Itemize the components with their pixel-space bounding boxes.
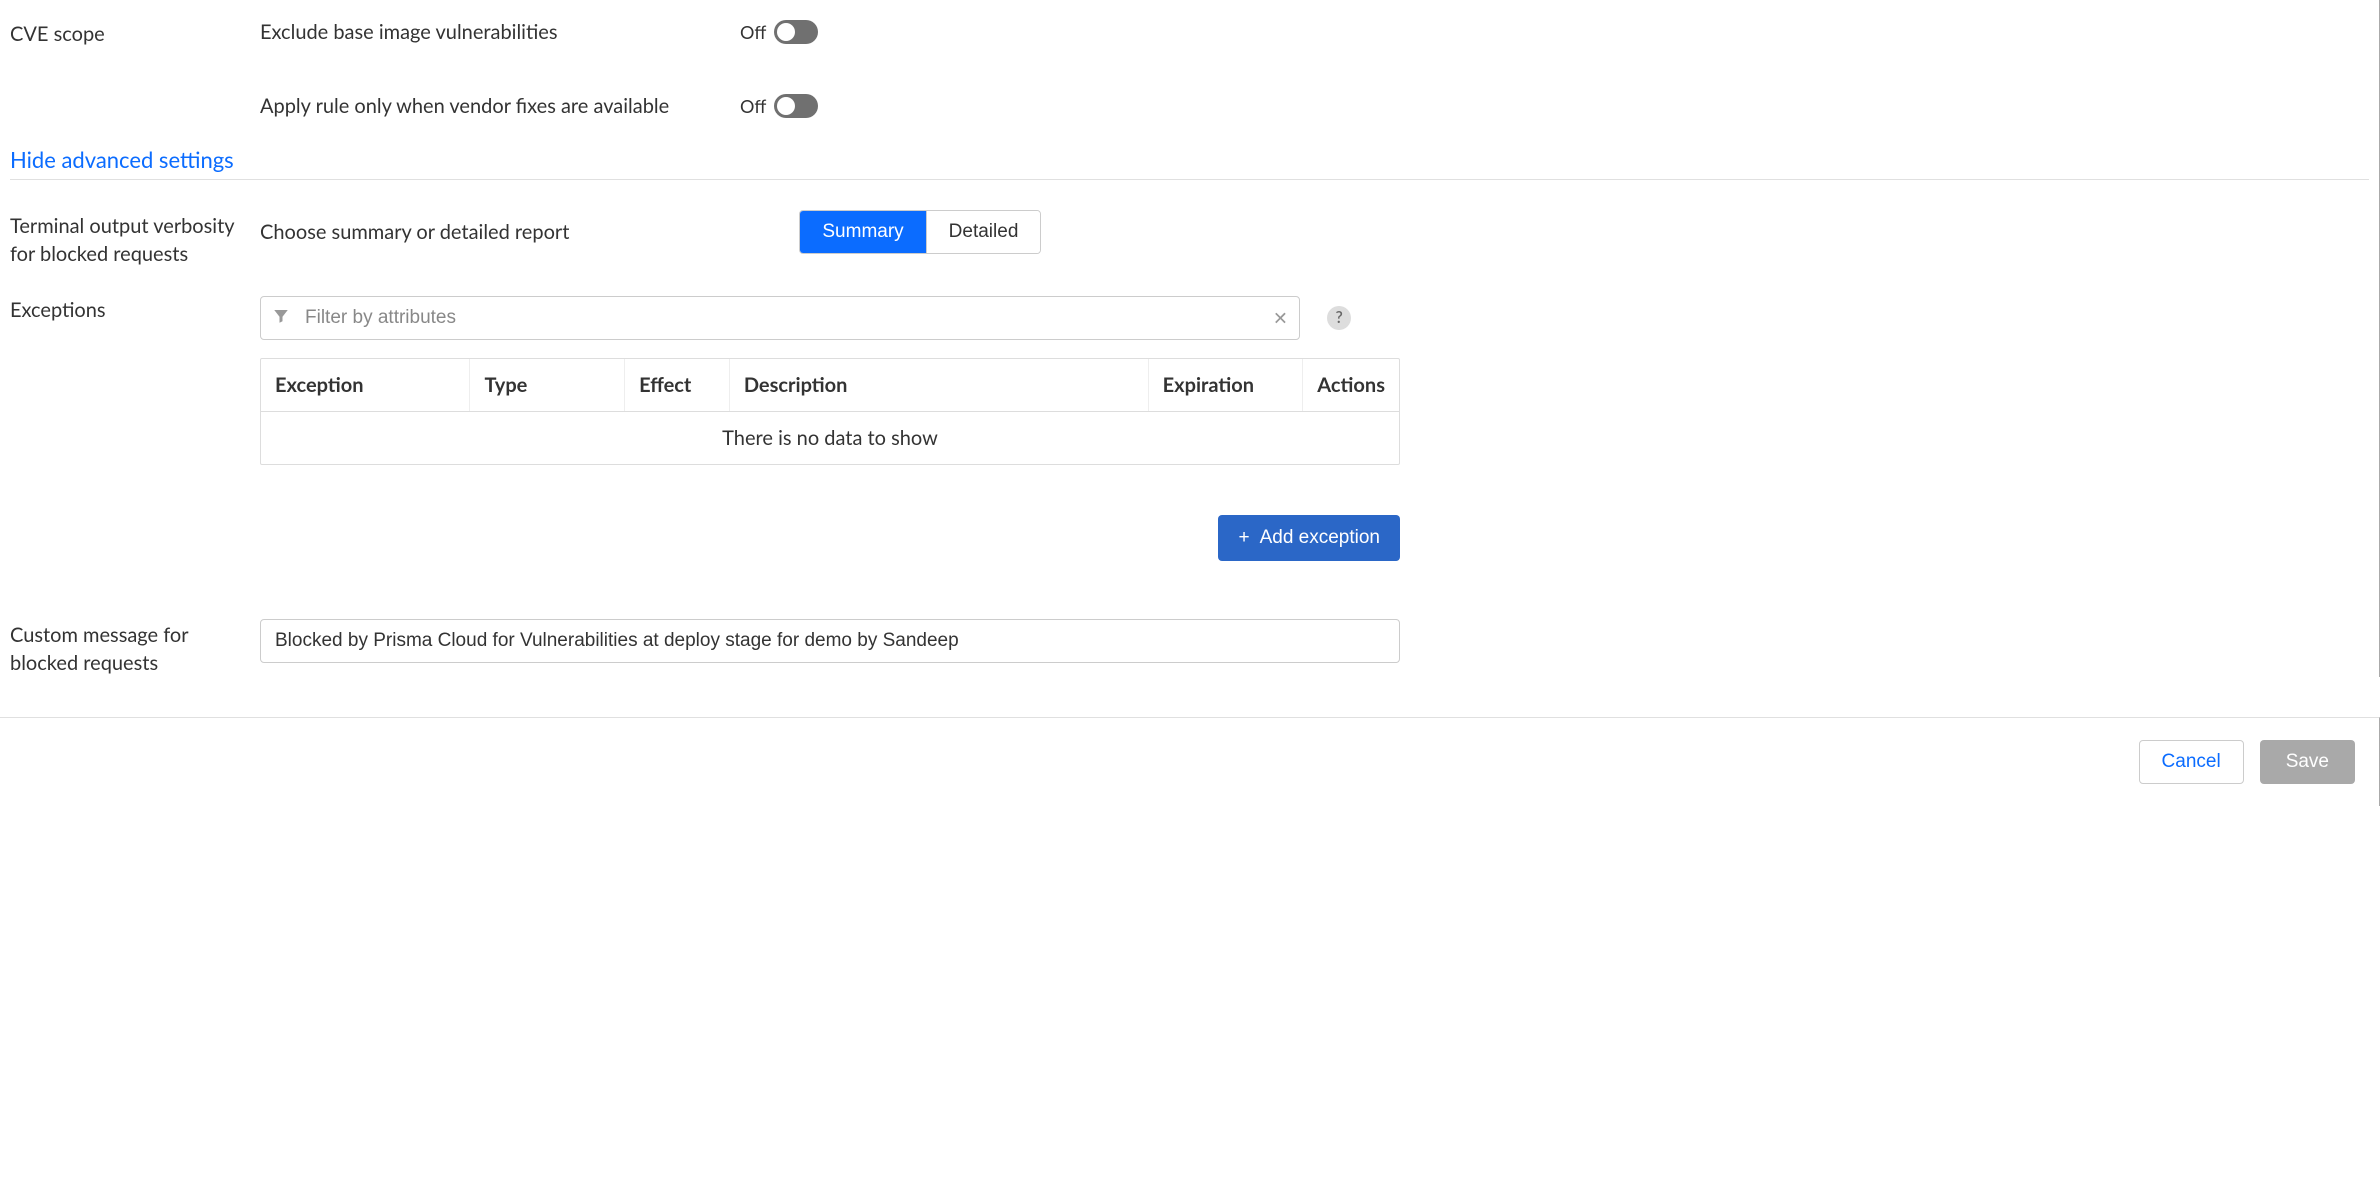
exceptions-table: Exception Type Effect Description Expira… [260,358,1400,465]
verbosity-summary-button[interactable]: Summary [800,211,925,253]
exceptions-label: Exceptions [10,296,260,322]
col-actions: Actions [1303,359,1399,411]
divider [10,179,2369,180]
verbosity-label: Terminal output verbosity for blocked re… [10,210,260,268]
col-expiration: Expiration [1149,359,1304,411]
add-exception-button[interactable]: + Add exception [1218,515,1400,561]
vendor-fixes-toggle[interactable] [774,94,818,118]
vendor-fixes-label: Apply rule only when vendor fixes are av… [260,94,740,118]
hide-advanced-link[interactable]: Hide advanced settings [10,146,234,179]
plus-icon: + [1238,527,1249,549]
col-effect: Effect [625,359,730,411]
filter-icon [272,306,290,330]
verbosity-segment: Summary Detailed [799,210,1041,254]
exclude-base-state: Off [740,21,766,43]
save-button[interactable]: Save [2260,740,2355,784]
custom-message-label: Custom message for blocked requests [10,619,260,677]
footer: Cancel Save [0,717,2380,806]
cancel-button[interactable]: Cancel [2139,740,2244,784]
clear-filter-icon[interactable]: ✕ [1273,307,1288,330]
col-exception: Exception [261,359,470,411]
custom-message-input[interactable] [260,619,1400,663]
vendor-fixes-state: Off [740,95,766,117]
exceptions-filter-input[interactable] [260,296,1300,340]
col-description: Description [730,359,1149,411]
verbosity-detailed-button[interactable]: Detailed [926,211,1041,253]
exclude-base-toggle[interactable] [774,20,818,44]
verbosity-desc: Choose summary or detailed report [260,220,569,244]
exceptions-empty: There is no data to show [261,412,1399,464]
cve-scope-label: CVE scope [10,20,260,46]
add-exception-label: Add exception [1260,527,1380,549]
help-icon[interactable]: ? [1327,306,1351,330]
exclude-base-label: Exclude base image vulnerabilities [260,20,740,44]
col-type: Type [470,359,625,411]
